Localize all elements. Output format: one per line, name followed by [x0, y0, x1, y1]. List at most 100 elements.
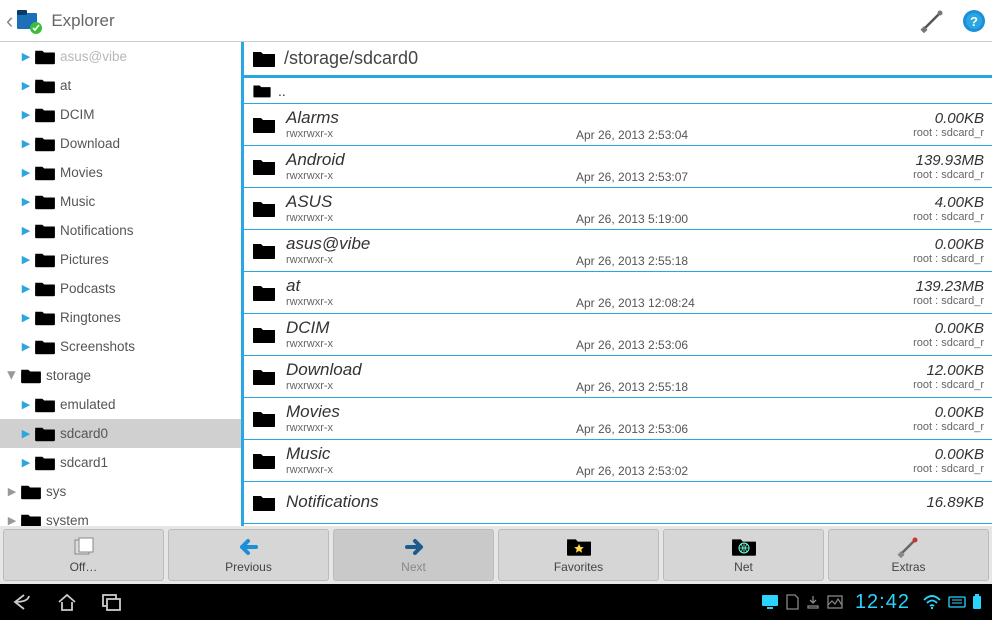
- file-row[interactable]: DCIMrwxrwxr-xApr 26, 2013 2:53:060.00KBr…: [244, 314, 992, 356]
- tree-item[interactable]: ▶emulated: [0, 390, 241, 419]
- tree-item-label: sdcard1: [60, 455, 108, 470]
- file-permissions: rwxrwxr-x: [286, 422, 576, 434]
- folder-icon: [252, 242, 276, 260]
- home-icon[interactable]: [56, 592, 78, 612]
- file-row[interactable]: ASUSrwxrwxr-xApr 26, 2013 5:19:004.00KBr…: [244, 188, 992, 230]
- chevron-right-icon[interactable]: ▶: [20, 108, 32, 121]
- tree-item[interactable]: ▶ Movies: [0, 158, 241, 187]
- tree-item[interactable]: ▶ sdcard1: [0, 448, 241, 477]
- chevron-right-icon[interactable]: ▶: [20, 427, 32, 440]
- file-row[interactable]: Musicrwxrwxr-xApr 26, 2013 2:53:020.00KB…: [244, 440, 992, 482]
- folder-icon: [34, 49, 56, 65]
- tree-item-label: Ringtones: [60, 310, 121, 325]
- chevron-right-icon[interactable]: ▶: [20, 456, 32, 469]
- folder-icon: [34, 281, 56, 297]
- chevron-right-icon[interactable]: ▶: [20, 340, 32, 353]
- file-row[interactable]: Androidrwxrwxr-xApr 26, 2013 2:53:07139.…: [244, 146, 992, 188]
- chevron-right-icon[interactable]: ▶: [20, 253, 32, 266]
- file-size: 139.23MB: [916, 278, 984, 295]
- chevron-down-icon[interactable]: ▶: [6, 370, 19, 382]
- fav-icon: [566, 536, 592, 558]
- file-row[interactable]: atrwxrwxr-xApr 26, 2013 12:08:24139.23MB…: [244, 272, 992, 314]
- chevron-right-icon[interactable]: ▶: [20, 311, 32, 324]
- app-title: Explorer: [51, 11, 902, 31]
- tree-item[interactable]: ▶system: [0, 506, 241, 526]
- tree-item[interactable]: ▶at: [0, 71, 241, 100]
- file-permissions: rwxrwxr-x: [286, 170, 576, 182]
- file-row[interactable]: Notifications16.89KB: [244, 482, 992, 524]
- extras-button[interactable]: Extras: [828, 529, 989, 581]
- system-nav-bar: 12:42: [0, 584, 992, 620]
- up-label: ..: [278, 83, 286, 99]
- chevron-right-icon[interactable]: ▶: [6, 514, 18, 526]
- recent-apps-icon[interactable]: [100, 592, 124, 612]
- chevron-right-icon[interactable]: ▶: [20, 50, 32, 63]
- sidebar-tree[interactable]: ▶asus@vibe▶at▶DCIM▶Download▶Movies▶Music…: [0, 42, 244, 526]
- folder-icon: [20, 368, 42, 384]
- file-name: at: [286, 277, 576, 296]
- battery-icon: [972, 594, 982, 610]
- tree-item[interactable]: ▶Music: [0, 187, 241, 216]
- folder-icon: [34, 194, 56, 210]
- chevron-right-icon[interactable]: ▶: [20, 137, 32, 150]
- file-row[interactable]: asus@viberwxrwxr-xApr 26, 2013 2:55:180.…: [244, 230, 992, 272]
- folder-icon: [34, 78, 56, 94]
- tree-item[interactable]: ▶sdcard0: [0, 419, 241, 448]
- chevron-right-icon[interactable]: ▶: [20, 282, 32, 295]
- tree-item[interactable]: ▶storage: [0, 361, 241, 390]
- tree-item[interactable]: ▶Screenshots: [0, 332, 241, 361]
- chevron-right-icon[interactable]: ▶: [6, 485, 18, 498]
- tree-item[interactable]: ▶asus@vibe: [0, 42, 241, 71]
- tree-item-label: Download: [60, 136, 120, 151]
- file-owner: root : sdcard_r: [913, 379, 984, 391]
- tree-item[interactable]: ▶ Podcasts: [0, 274, 241, 303]
- tree-item-label: Podcasts: [60, 281, 116, 296]
- tools-icon[interactable]: [920, 9, 944, 33]
- folder-icon: [34, 339, 56, 355]
- toolbar-label: Net: [734, 560, 753, 574]
- main-area: ▶asus@vibe▶at▶DCIM▶Download▶Movies▶Music…: [0, 42, 992, 526]
- folder-icon: [34, 455, 56, 471]
- chevron-right-icon[interactable]: ▶: [20, 224, 32, 237]
- help-icon[interactable]: ?: [962, 9, 986, 33]
- net-button[interactable]: Net: [663, 529, 824, 581]
- tree-item[interactable]: ▶sys: [0, 477, 241, 506]
- folder-icon: [34, 397, 56, 413]
- file-permissions: rwxrwxr-x: [286, 212, 576, 224]
- file-row[interactable]: Downloadrwxrwxr-xApr 26, 2013 2:55:1812.…: [244, 356, 992, 398]
- path-bar[interactable]: /storage/sdcard0: [244, 42, 992, 78]
- folder-icon: [252, 158, 276, 176]
- file-size: 0.00KB: [935, 446, 984, 463]
- file-size: 0.00KB: [935, 236, 984, 253]
- tree-item-label: Movies: [60, 165, 103, 180]
- tree-item[interactable]: ▶Pictures: [0, 245, 241, 274]
- monitor-icon: [761, 594, 779, 610]
- tree-item[interactable]: ▶DCIM: [0, 100, 241, 129]
- app-icon[interactable]: [15, 7, 43, 35]
- tree-item[interactable]: ▶ Ringtones: [0, 303, 241, 332]
- back-icon[interactable]: [10, 592, 34, 612]
- folder-icon: [34, 165, 56, 181]
- off-button[interactable]: Off…: [3, 529, 164, 581]
- chevron-right-icon[interactable]: ▶: [20, 79, 32, 92]
- tree-item[interactable]: ▶ Download: [0, 129, 241, 158]
- file-owner: root : sdcard_r: [913, 169, 984, 181]
- file-owner: root : sdcard_r: [913, 211, 984, 223]
- folder-icon: [34, 426, 56, 442]
- back-chevron-icon[interactable]: ‹: [6, 8, 13, 34]
- file-name: Android: [286, 151, 576, 170]
- file-row[interactable]: Moviesrwxrwxr-xApr 26, 2013 2:53:060.00K…: [244, 398, 992, 440]
- folder-icon: [252, 410, 276, 428]
- file-row[interactable]: Alarmsrwxrwxr-xApr 26, 2013 2:53:040.00K…: [244, 104, 992, 146]
- prev-button[interactable]: Previous: [168, 529, 329, 581]
- file-list[interactable]: Alarmsrwxrwxr-xApr 26, 2013 2:53:040.00K…: [244, 104, 992, 526]
- chevron-right-icon[interactable]: ▶: [20, 195, 32, 208]
- file-name: Music: [286, 445, 576, 464]
- tree-item[interactable]: ▶Notifications: [0, 216, 241, 245]
- fav-button[interactable]: Favorites: [498, 529, 659, 581]
- folder-icon: [34, 136, 56, 152]
- chevron-right-icon[interactable]: ▶: [20, 166, 32, 179]
- prev-icon: [236, 536, 262, 558]
- chevron-right-icon[interactable]: ▶: [20, 398, 32, 411]
- parent-dir-row[interactable]: ..: [244, 78, 992, 104]
